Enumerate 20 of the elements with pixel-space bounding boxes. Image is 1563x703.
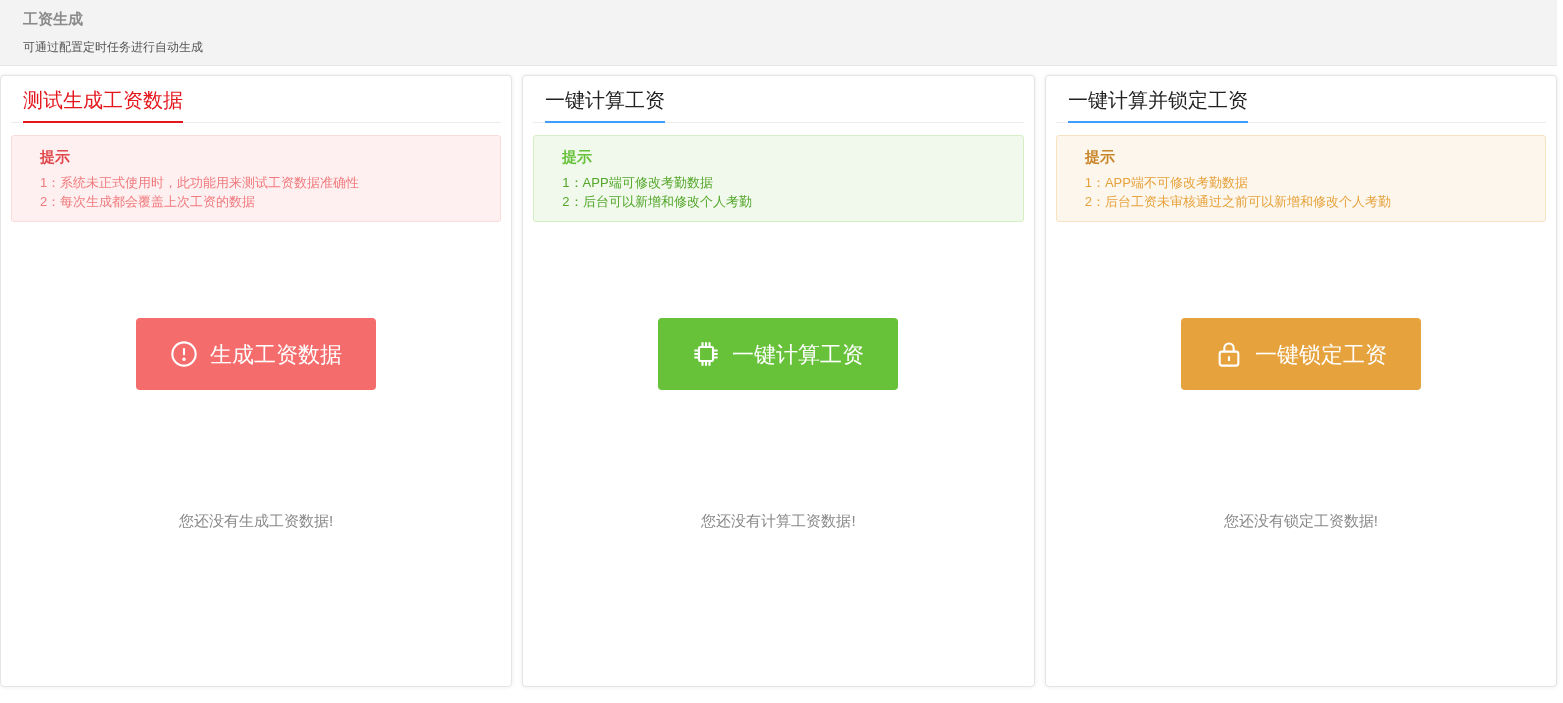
tip-text: 1：APP端不可修改考勤数据 [1084, 174, 1249, 192]
card-tab[interactable]: 测试生成工资数据 [23, 87, 183, 122]
chip-icon [692, 340, 721, 368]
tip-text: 1：APP端可修改考勤数据 [562, 174, 714, 192]
card-tab[interactable]: 一键计算并锁定工资 [1067, 87, 1248, 122]
page-subtitle: 可通过配置定时任务进行自动生成 [23, 39, 204, 55]
exclamation-circle-icon [170, 340, 199, 368]
empty-message: 您还没有锁定工资数据! [1222, 511, 1379, 531]
tip-text: 2：后台可以新增和修改个人考勤 [562, 193, 753, 211]
card-tab[interactable]: 一键计算工资 [545, 87, 666, 122]
action-button[interactable]: 生成工资数据 [136, 318, 377, 390]
page-title: 工资生成 [23, 9, 84, 29]
empty-message: 您还没有计算工资数据! [700, 511, 857, 531]
empty-message: 您还没有生成工资数据! [178, 511, 335, 531]
tip-title: 提示 [1084, 147, 1116, 167]
tip-text: 2：每次生成都会覆盖上次工资的数据 [40, 193, 257, 211]
tip-text: 2：后台工资未审核通过之前可以新增和修改个人考勤 [1084, 193, 1392, 211]
tip-text: 1：系统未正式使用时，此功能用来测试工资数据准确性 [40, 174, 361, 192]
tip-title: 提示 [40, 147, 71, 167]
tip-title: 提示 [562, 147, 594, 167]
